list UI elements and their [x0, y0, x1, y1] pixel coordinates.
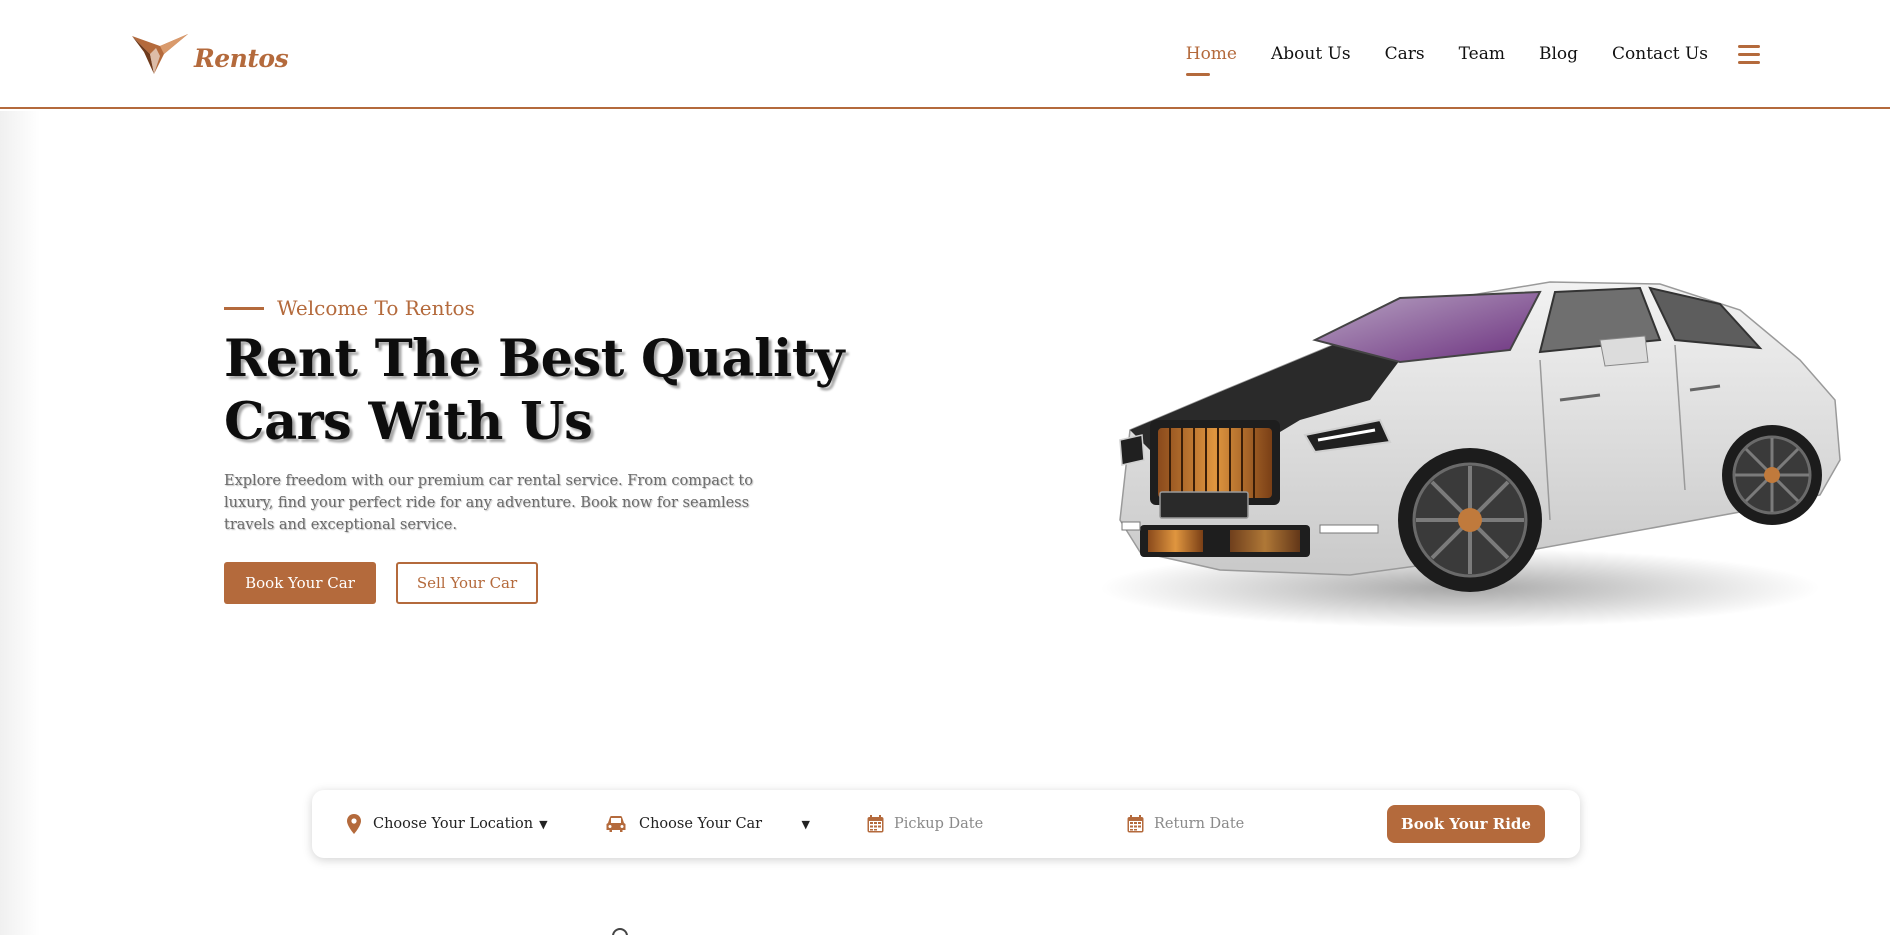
nav-contact-us[interactable]: Contact Us [1612, 44, 1708, 64]
pickup-date-input[interactable]: Pickup Date [867, 790, 983, 858]
hero-eyebrow: Welcome To Rentos [224, 296, 475, 320]
hamburger-icon[interactable] [1738, 45, 1760, 65]
chevron-down-icon: ▼ [539, 817, 548, 831]
return-date-input[interactable]: Return Date [1127, 790, 1244, 858]
main-nav: Home About Us Cars Team Blog Contact Us [1152, 44, 1708, 76]
left-edge-shade [0, 111, 40, 935]
map-pin-icon [347, 814, 361, 834]
sell-your-car-button[interactable]: Sell Your Car [396, 562, 538, 604]
luxury-car-image [1100, 281, 1841, 628]
eyebrow-line [224, 306, 264, 310]
nav-blog[interactable]: Blog [1539, 44, 1578, 64]
logo-text: Rentos [194, 43, 289, 73]
calendar-icon [1127, 815, 1144, 833]
nav-home[interactable]: Home [1185, 44, 1237, 76]
book-your-ride-button[interactable]: Book Your Ride [1387, 805, 1545, 843]
chevron-down-icon: ▼ [801, 817, 810, 831]
car-icon [606, 816, 626, 832]
hero-title-line-1: Rent The Best Quality [224, 329, 845, 389]
booking-bar: Choose Your Location ▼ Choose Your Car ▼… [312, 790, 1580, 858]
hero-title: Rent The Best Quality Cars With Us [224, 328, 864, 454]
section-peek-icon [612, 928, 628, 935]
nav-about-us[interactable]: About Us [1271, 44, 1351, 64]
return-date-placeholder: Return Date [1154, 816, 1245, 832]
nav-team[interactable]: Team [1459, 44, 1505, 64]
logo-icon [132, 34, 188, 74]
car-select[interactable]: Choose Your Car ▼ [605, 790, 810, 858]
location-select-label: Choose Your Location [373, 816, 534, 832]
pickup-date-placeholder: Pickup Date [894, 816, 984, 832]
site-header: Rentos Home About Us Cars Team Blog Cont… [0, 0, 1890, 109]
eyebrow-text: Welcome To Rentos [277, 296, 475, 320]
location-select[interactable]: Choose Your Location ▼ [347, 790, 548, 858]
hero-description: Explore freedom with our premium car ren… [224, 473, 753, 533]
nav-cars[interactable]: Cars [1385, 44, 1425, 64]
car-select-label: Choose Your Car [639, 816, 763, 832]
hero-title-line-2: Cars With Us [224, 392, 593, 452]
logo[interactable]: Rentos [130, 32, 289, 78]
calendar-icon [867, 815, 884, 833]
book-your-car-button[interactable]: Book Your Car [224, 562, 376, 604]
